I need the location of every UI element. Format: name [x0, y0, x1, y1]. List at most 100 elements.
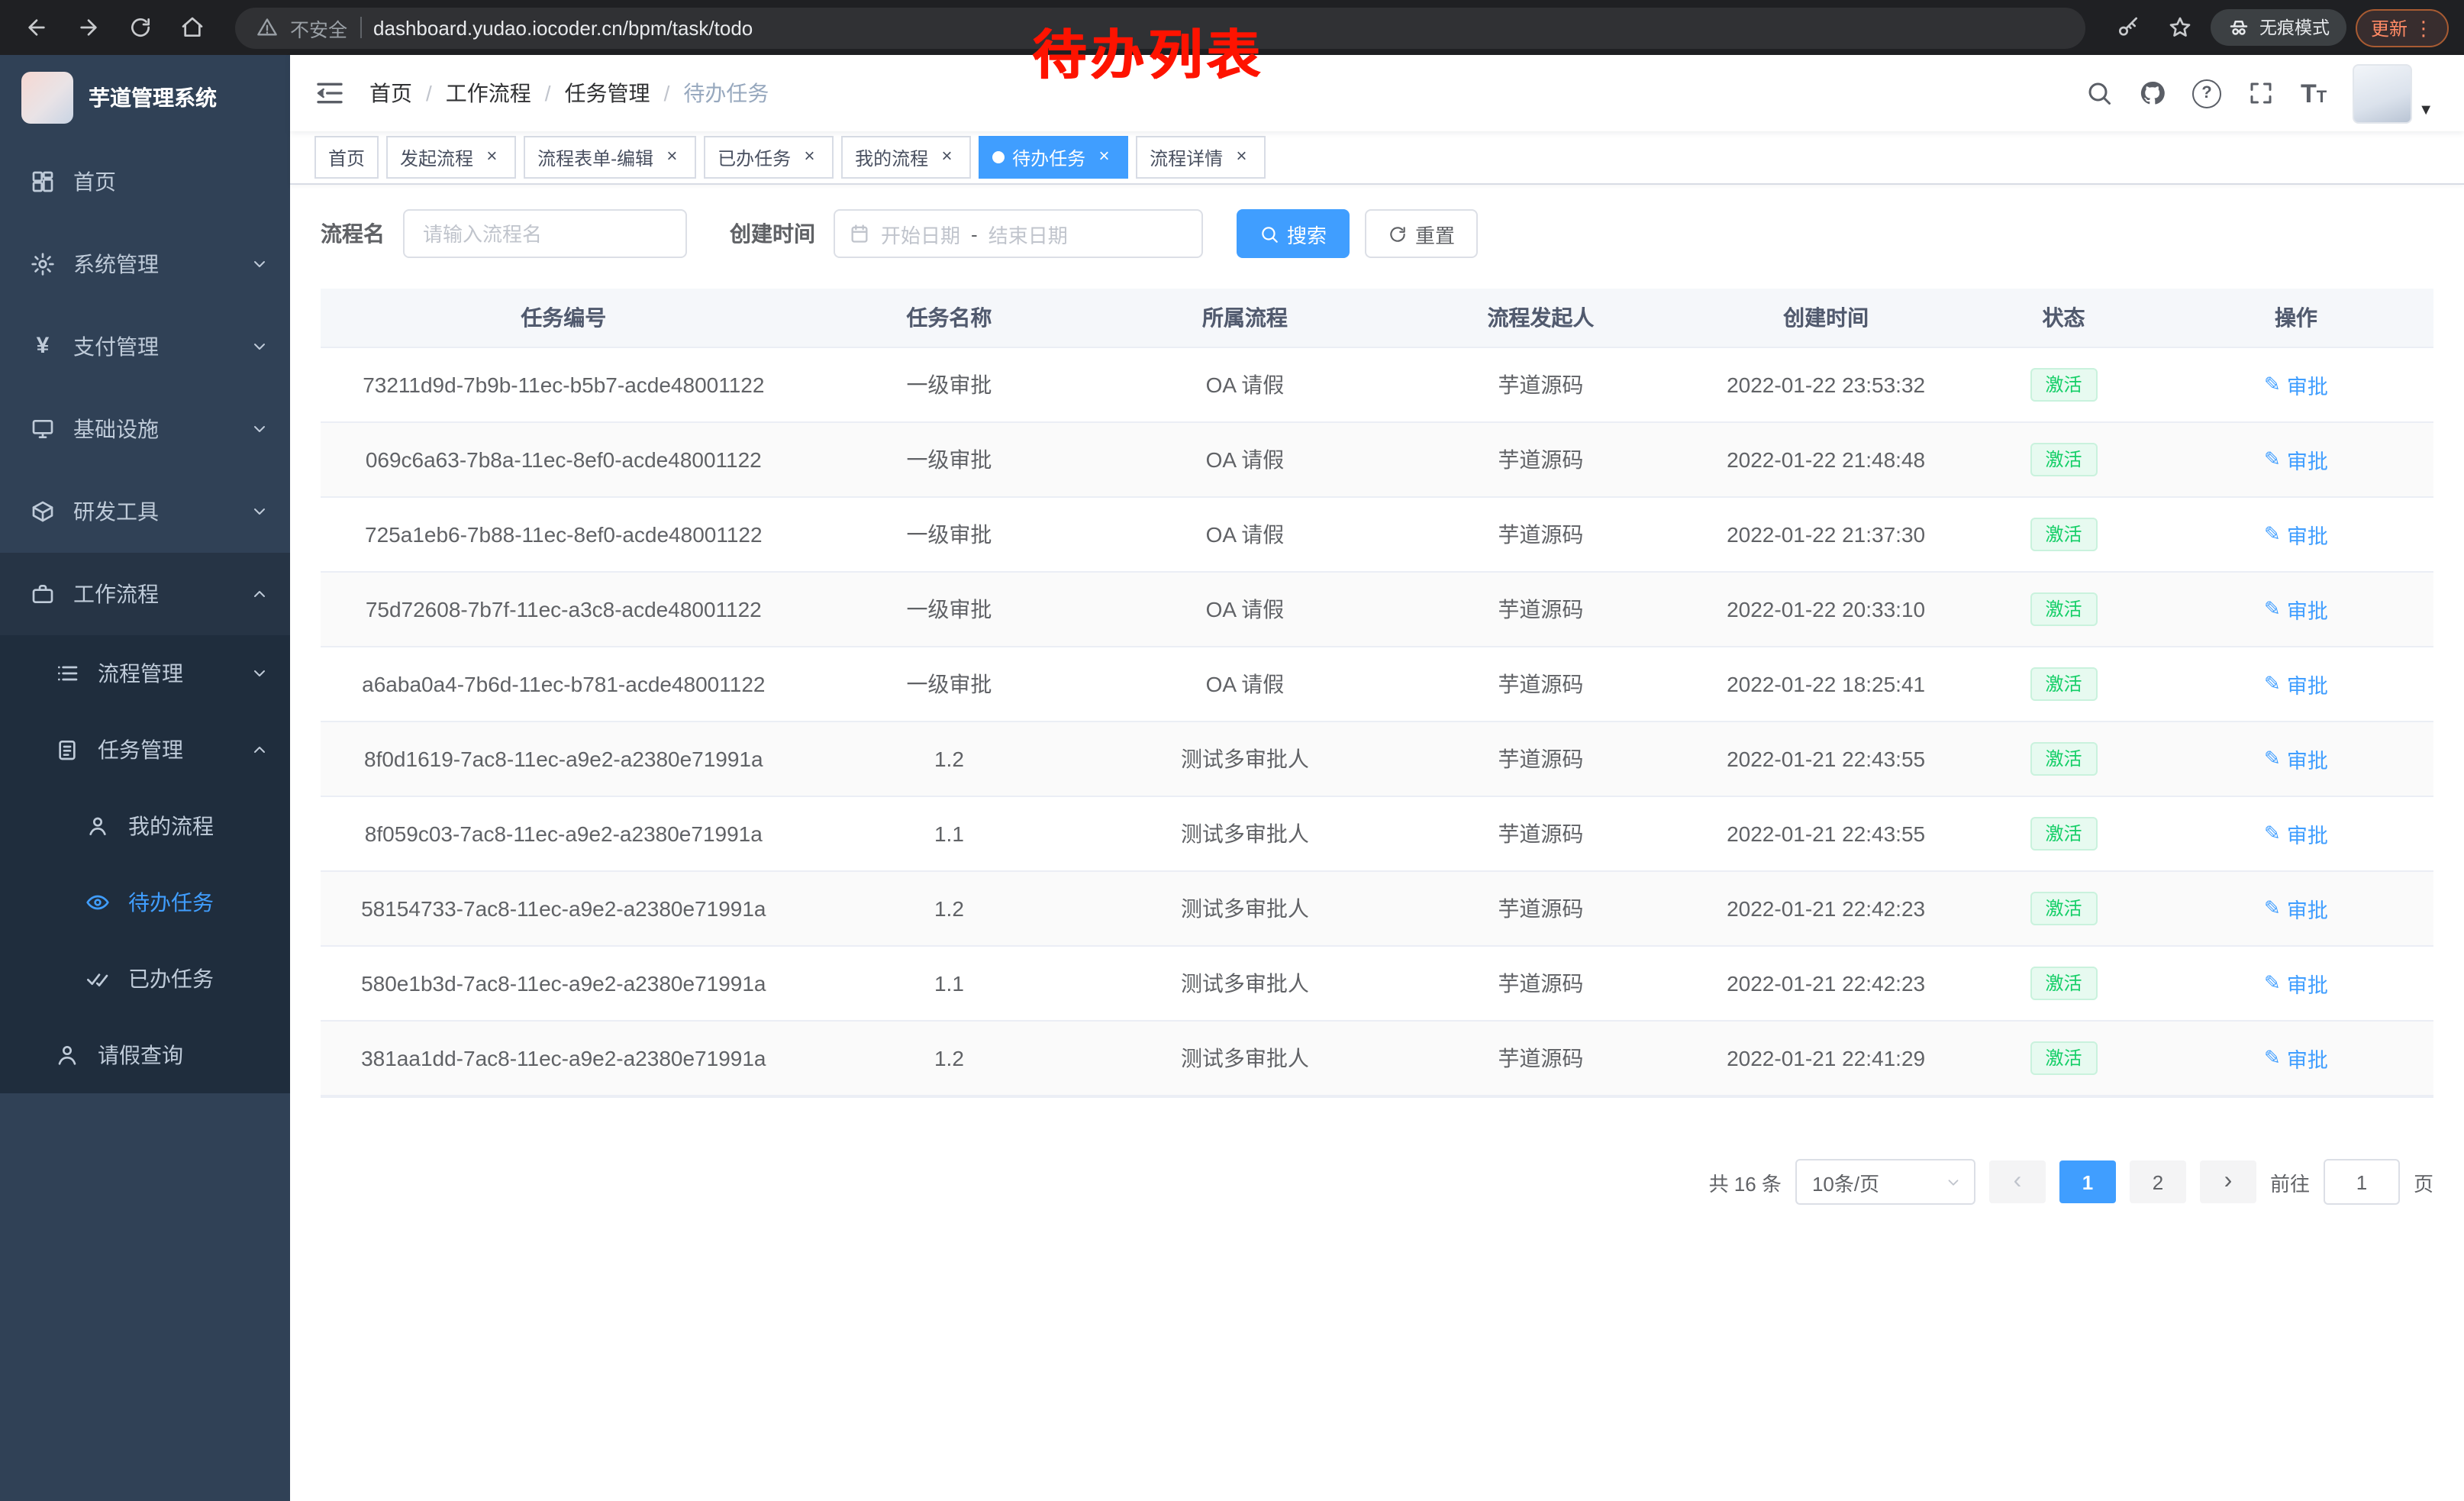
page-size-select[interactable]: 10条/页: [1795, 1159, 1975, 1205]
view-tab[interactable]: 待办任务 ×: [979, 136, 1128, 179]
approve-link[interactable]: ✎审批: [2264, 1043, 2328, 1073]
tab-close-icon[interactable]: ×: [1230, 147, 1252, 168]
view-tab[interactable]: 流程表单-编辑 ×: [524, 136, 696, 179]
edit-icon: ✎: [2264, 1046, 2281, 1070]
sidebar-item-infra[interactable]: 基础设施: [0, 388, 290, 470]
user-menu[interactable]: ▼: [2353, 63, 2433, 123]
task-name-cell: 1.1: [807, 947, 1092, 1020]
reset-button[interactable]: 重置: [1365, 209, 1478, 258]
goto-page-input[interactable]: [2324, 1159, 2400, 1205]
approve-link[interactable]: ✎审批: [2264, 594, 2328, 625]
page-button-2[interactable]: 2: [2130, 1160, 2186, 1203]
sidebar-item-workflow[interactable]: 工作流程: [0, 553, 290, 635]
task-name-cell: 1.1: [807, 797, 1092, 870]
bookmark-star-icon[interactable]: [2159, 6, 2201, 49]
tab-close-icon[interactable]: ×: [481, 147, 502, 168]
menu-fold-icon[interactable]: [314, 78, 345, 108]
sidebar-label: 系统管理: [73, 249, 159, 279]
process-cell: 测试多审批人: [1092, 797, 1398, 870]
breadcrumb: 首页 / 工作流程 / 任务管理 / 待办任务: [369, 78, 769, 108]
approve-link[interactable]: ✎审批: [2264, 444, 2328, 475]
date-range-picker[interactable]: 开始日期 - 结束日期: [834, 209, 1203, 258]
fullscreen-icon[interactable]: [2247, 79, 2275, 107]
next-page-button[interactable]: ›: [2200, 1160, 2256, 1203]
goto-suffix: 页: [2414, 1167, 2433, 1196]
status-cell: 激活: [1969, 647, 2159, 721]
tab-close-icon[interactable]: ×: [1093, 147, 1114, 168]
app-logo-row[interactable]: 芋道管理系统: [0, 55, 290, 140]
tab-close-icon[interactable]: ×: [798, 147, 820, 168]
breadcrumb-separator: /: [664, 81, 670, 105]
table-body: 73211d9d-7b9b-11ec-b5b7-acde48001122 一级审…: [321, 348, 2433, 1096]
process-name-input[interactable]: [403, 209, 687, 258]
sidebar-item-done-task[interactable]: 已办任务: [0, 941, 290, 1017]
browser-menu-icon[interactable]: ⋮: [2414, 18, 2433, 37]
table-row: 725a1eb6-7b88-11ec-8ef0-acde48001122 一级审…: [321, 498, 2433, 573]
page-button-1[interactable]: 1: [2059, 1160, 2116, 1203]
sidebar-item-payment[interactable]: ¥ 支付管理: [0, 305, 290, 388]
table-header: 任务编号 任务名称 所属流程 流程发起人 创建时间 状态 操作: [321, 289, 2433, 348]
breadcrumb-home[interactable]: 首页: [369, 78, 412, 108]
sidebar-item-my-process[interactable]: 我的流程: [0, 788, 290, 864]
breadcrumb-workflow[interactable]: 工作流程: [446, 78, 531, 108]
incognito-label: 无痕模式: [2259, 15, 2330, 40]
top-navbar: 首页 / 工作流程 / 任务管理 / 待办任务 ? TT ▼: [290, 55, 2464, 131]
prev-page-button[interactable]: ‹: [1989, 1160, 2046, 1203]
task-id-cell: 73211d9d-7b9b-11ec-b5b7-acde48001122: [321, 348, 807, 421]
status-badge: 激活: [2030, 742, 2097, 776]
github-icon[interactable]: [2139, 79, 2166, 107]
key-icon[interactable]: [2107, 6, 2150, 49]
tab-close-icon[interactable]: ×: [661, 147, 682, 168]
approve-link[interactable]: ✎审批: [2264, 744, 2328, 774]
forward-icon[interactable]: [67, 6, 110, 49]
create-time-cell: 2022-01-21 22:41:29: [1683, 1022, 1969, 1095]
sidebar-item-devtools[interactable]: 研发工具: [0, 470, 290, 553]
approve-link[interactable]: ✎审批: [2264, 968, 2328, 999]
back-icon[interactable]: [15, 6, 58, 49]
warning-icon: [256, 17, 278, 38]
start-date-placeholder: 开始日期: [881, 219, 960, 248]
sidebar-item-home[interactable]: 首页: [0, 140, 290, 223]
search-icon[interactable]: [2085, 79, 2113, 107]
tab-close-icon[interactable]: ×: [936, 147, 957, 168]
approve-link[interactable]: ✎审批: [2264, 669, 2328, 699]
security-label: 不安全: [290, 13, 347, 42]
url-bar[interactable]: 不安全 dashboard.yudao.iocoder.cn/bpm/task/…: [235, 7, 2085, 48]
table-row: 58154733-7ac8-11ec-a9e2-a2380e71991a 1.2…: [321, 872, 2433, 947]
actions-cell: ✎审批: [2159, 498, 2433, 571]
sidebar-item-task-mgmt[interactable]: 任务管理: [0, 712, 290, 788]
sidebar-item-leave-query[interactable]: 请假查询: [0, 1017, 290, 1093]
chevron-down-icon: [250, 502, 269, 521]
sidebar-item-todo-task[interactable]: 待办任务: [0, 864, 290, 941]
status-cell: 激活: [1969, 722, 2159, 796]
initiator-cell: 芋道源码: [1398, 498, 1684, 571]
approve-link[interactable]: ✎审批: [2264, 370, 2328, 400]
approve-link[interactable]: ✎审批: [2264, 818, 2328, 849]
view-tab[interactable]: 发起流程 ×: [386, 136, 516, 179]
search-button[interactable]: 搜索: [1237, 209, 1350, 258]
range-separator: -: [971, 222, 978, 245]
chevron-up-icon: [250, 585, 269, 603]
status-cell: 激活: [1969, 1022, 2159, 1095]
breadcrumb-task-mgmt[interactable]: 任务管理: [565, 78, 650, 108]
view-tab[interactable]: 已办任务 ×: [704, 136, 834, 179]
pagination: 共 16 条 10条/页 ‹ 1 2 › 前往 页: [321, 1159, 2433, 1205]
actions-cell: ✎审批: [2159, 423, 2433, 496]
gear-icon: [31, 252, 55, 276]
view-tab[interactable]: 流程详情 ×: [1136, 136, 1266, 179]
view-tab[interactable]: 我的流程 ×: [841, 136, 971, 179]
sidebar-label: 支付管理: [73, 331, 159, 362]
font-size-icon[interactable]: TT: [2301, 80, 2327, 106]
home-icon[interactable]: [171, 6, 214, 49]
initiator-cell: 芋道源码: [1398, 348, 1684, 421]
sidebar-item-process-mgmt[interactable]: 流程管理: [0, 635, 290, 712]
breadcrumb-separator: /: [426, 81, 432, 105]
sidebar-item-system[interactable]: 系统管理: [0, 223, 290, 305]
help-icon[interactable]: ?: [2192, 79, 2221, 108]
update-button[interactable]: 更新 ⋮: [2356, 8, 2449, 47]
reload-icon[interactable]: [119, 6, 162, 49]
approve-link[interactable]: ✎审批: [2264, 519, 2328, 550]
approve-label: 审批: [2287, 444, 2328, 475]
view-tab[interactable]: 首页 ×: [314, 136, 379, 179]
approve-link[interactable]: ✎审批: [2264, 893, 2328, 924]
